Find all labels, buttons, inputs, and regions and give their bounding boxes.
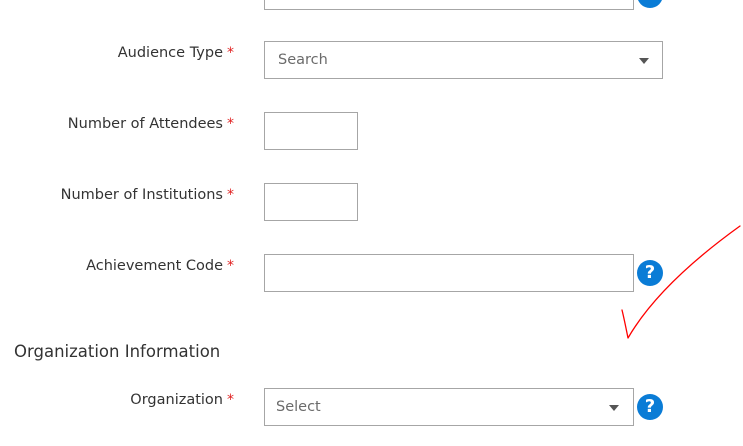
audience-type-placeholder: Search [278, 52, 328, 68]
top-partial-field[interactable] [264, 0, 634, 10]
form-page: ? Audience Type* Search Number of Attend… [0, 0, 743, 446]
attendees-label-text: Number of Attendees [67, 116, 223, 132]
audience-type-label: Audience Type * [118, 45, 234, 61]
achievement-code-input[interactable] [264, 254, 634, 292]
required-indicator: * [227, 116, 234, 132]
organization-section-title: Organization Information [14, 342, 221, 361]
dropdown-caret-icon[interactable] [639, 58, 649, 64]
institutions-label: Number of Institutions * [61, 187, 234, 203]
audience-type-select[interactable]: Search [264, 41, 663, 79]
required-indicator: * [227, 45, 234, 61]
organization-label-text: Organization [130, 392, 223, 408]
achievement-code-label: Achievement Code * [86, 258, 234, 274]
institutions-label-text: Number of Institutions [60, 187, 223, 203]
attendees-label: Number of Attendees * [68, 116, 234, 132]
required-indicator: * [227, 187, 234, 203]
institutions-input[interactable] [264, 183, 358, 221]
organization-help-icon[interactable]: ? [637, 394, 663, 420]
attendees-input[interactable] [264, 112, 358, 150]
required-indicator: * [227, 392, 234, 408]
organization-placeholder: Select [276, 399, 321, 415]
organization-select[interactable]: Select [264, 388, 634, 426]
audience-type-label-text: Audience Type [117, 45, 223, 61]
organization-label: Organization * [130, 392, 234, 408]
top-help-icon[interactable]: ? [637, 0, 663, 8]
required-indicator: * [227, 258, 234, 274]
dropdown-caret-icon[interactable] [609, 405, 619, 411]
achievement-code-label-text: Achievement Code [86, 258, 223, 274]
achievement-code-help-icon[interactable]: ? [637, 260, 663, 286]
